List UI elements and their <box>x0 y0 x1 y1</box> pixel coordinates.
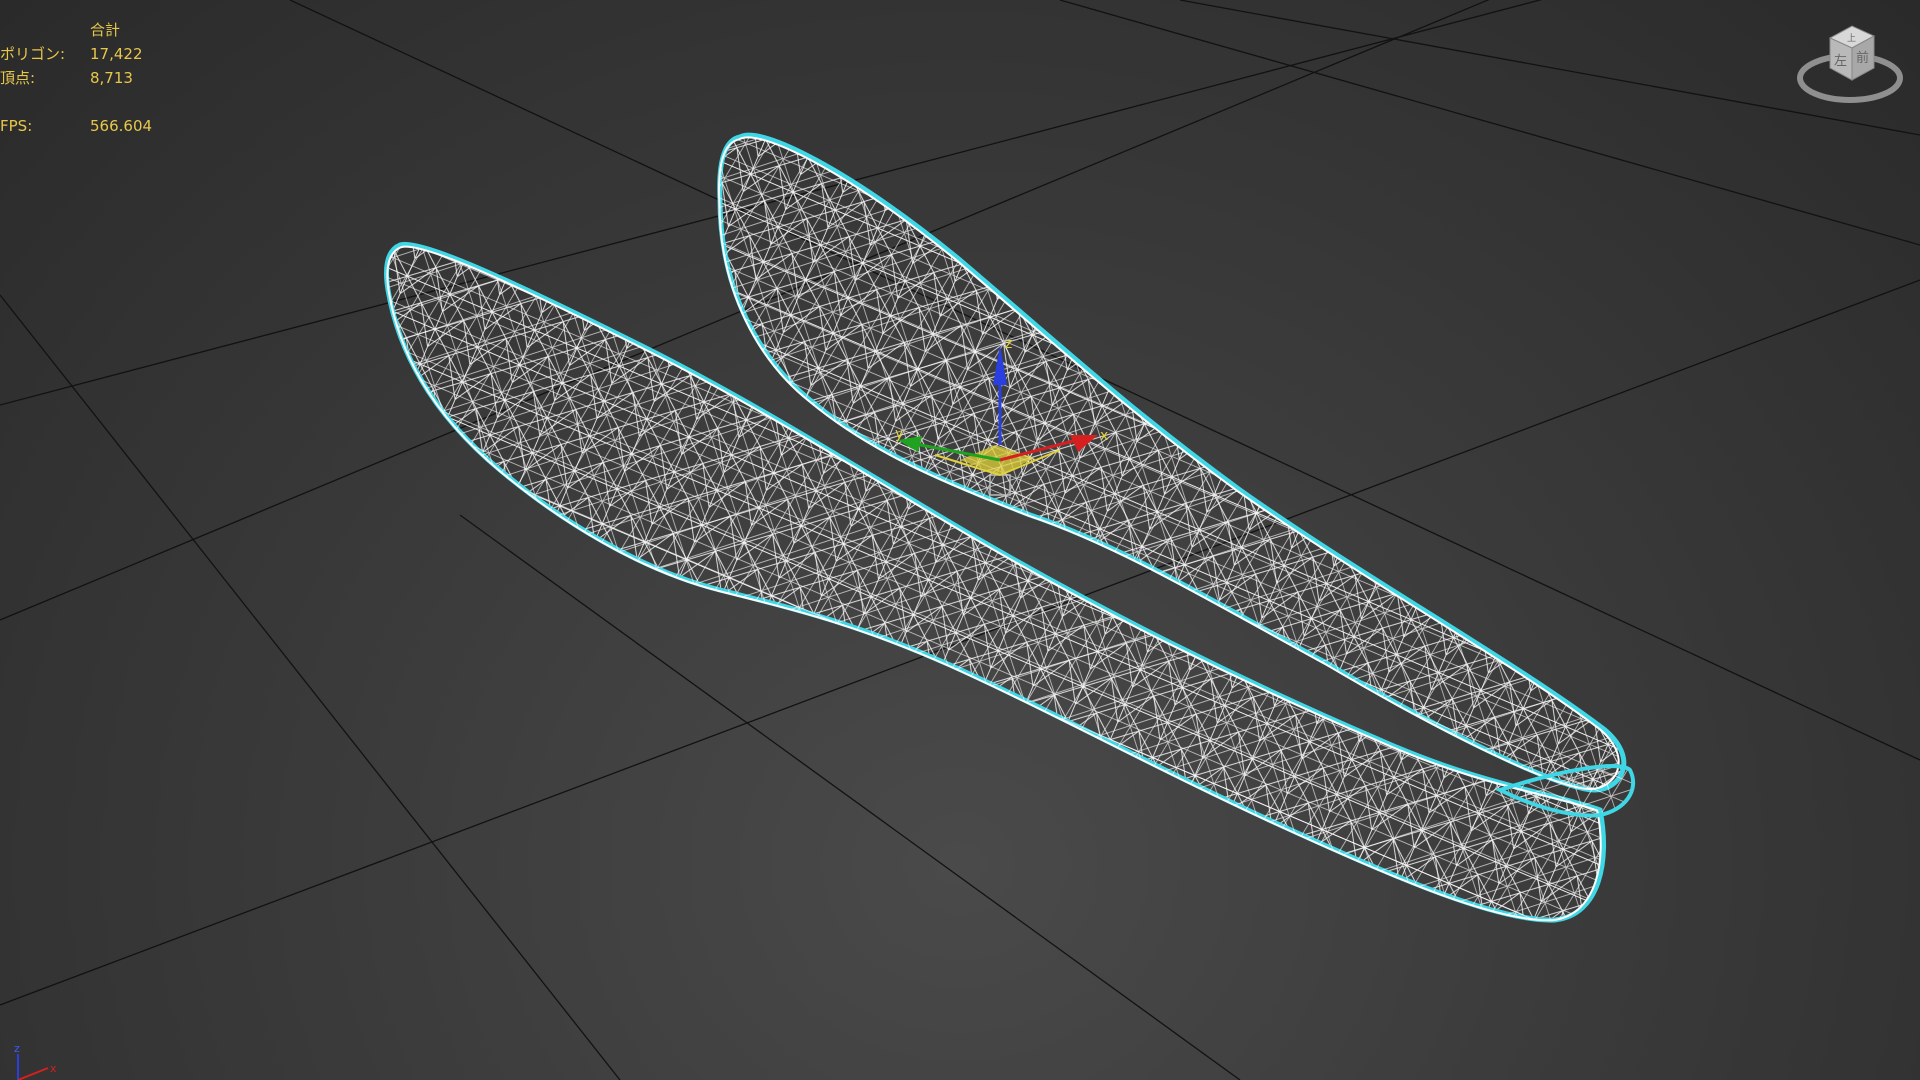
vertices-label: 頂点: <box>0 69 36 87</box>
fps-label: FPS: <box>0 117 33 135</box>
viewcube-left-label: 左 <box>1834 54 1847 69</box>
perspective-viewport[interactable]: y x z 合計 ポリゴン: 17,422 頂点: 8,713 FPS: 566… <box>0 0 1920 1080</box>
tripod-z-label: z <box>14 1042 20 1055</box>
polygons-label: ポリゴン: <box>0 45 66 63</box>
viewcube-top-label: 上 <box>1847 33 1856 44</box>
gizmo-y-label: y <box>895 426 903 442</box>
tripod-x-label: x <box>50 1062 57 1075</box>
world-axis-tripod: z x <box>14 1042 57 1080</box>
viewcube[interactable]: 上 左 前 <box>1790 10 1910 110</box>
gizmo-x-label: x <box>1100 428 1108 444</box>
scene-canvas[interactable]: y x z <box>0 0 1920 1080</box>
stats-header: 合計 <box>90 21 121 39</box>
polygons-value: 17,422 <box>90 45 143 63</box>
viewcube-front-label: 前 <box>1856 50 1869 66</box>
fps-value: 566.604 <box>90 117 153 135</box>
gizmo-z-label: z <box>1005 336 1012 352</box>
vertices-value: 8,713 <box>90 69 133 87</box>
